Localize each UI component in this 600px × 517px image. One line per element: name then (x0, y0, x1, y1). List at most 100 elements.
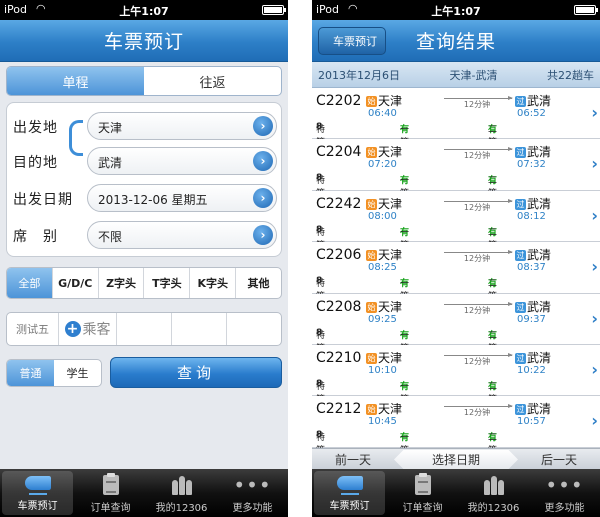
ticket-type-adult[interactable]: 普通 (7, 360, 54, 386)
filter-t[interactable]: T字头 (144, 268, 191, 298)
from-station-value: 天津 (98, 121, 123, 135)
origin-badge: 始 (366, 198, 377, 210)
chevron-right-icon[interactable]: › (253, 225, 273, 245)
search-form: 出发地 天津 › 目的地 武清 › 出发日期 2013-12-06 星期五 › (6, 102, 282, 257)
date-field[interactable]: 2013-12-06 星期五 › (87, 184, 277, 212)
seat-class-field[interactable]: 不限 › (87, 221, 277, 249)
arrival-station: 过武清 (515, 195, 551, 212)
tab-ticket-booking[interactable]: 车票预订 (2, 471, 73, 515)
passing-badge: 过 (515, 352, 526, 364)
clock: 上午1:07 (431, 5, 481, 18)
departure-time: 09:25 (368, 313, 397, 325)
train-row[interactable]: C2212始天津10:4512分钟过武清10:57特等:8一等:有二等:有› (312, 396, 600, 448)
chevron-right-icon[interactable]: › (253, 116, 273, 136)
tab-label: 订单查询 (402, 503, 443, 514)
tab-round-trip[interactable]: 往返 (144, 67, 281, 95)
passenger-slot[interactable] (227, 313, 281, 345)
departure-station: 始天津 (366, 400, 402, 417)
to-label: 目的地 (13, 155, 58, 171)
train-code: C2204 (316, 144, 362, 161)
tab-bar: 车票预订 订单查询 我的12306 ••• 更多功能 (312, 469, 600, 517)
filter-gdc[interactable]: G/D/C (53, 268, 99, 298)
date-row: 出发日期 2013-12-06 星期五 › (7, 183, 283, 213)
travel-duration: 12分钟 (463, 100, 491, 109)
tab-more[interactable]: ••• 更多功能 (217, 469, 288, 517)
divider (288, 0, 312, 517)
more-dots-icon: ••• (233, 473, 272, 497)
origin-badge: 始 (366, 404, 377, 416)
tab-more[interactable]: ••• 更多功能 (529, 469, 600, 517)
seat-label: 特等: (316, 433, 328, 448)
chevron-right-icon: › (591, 103, 598, 122)
tab-label: 更多功能 (232, 503, 273, 514)
tab-bar: 车票预订 订单查询 我的12306 ••• 更多功能 (0, 469, 288, 517)
chevron-right-icon: › (591, 411, 598, 431)
departure-time: 10:45 (368, 416, 397, 428)
tab-label: 我的12306 (155, 503, 208, 514)
first-class-seat: 一等:有 (400, 122, 412, 148)
chevron-right-icon: › (591, 154, 598, 174)
train-row[interactable]: C2242始天津08:0012分钟过武清08:12特等:8一等:有二等:有› (312, 190, 600, 251)
train-list: C2202始天津06:4012分钟过武清06:52特等:8一等:有二等:有›C2… (312, 88, 600, 448)
previous-day-button[interactable]: 前一天 (312, 451, 394, 468)
filter-z[interactable]: Z字头 (99, 268, 145, 298)
back-button[interactable]: 车票预订 (318, 27, 386, 55)
tab-order-query[interactable]: 订单查询 (75, 469, 146, 517)
train-row[interactable]: C2210始天津10:1012分钟过武清10:22特等:8一等:有二等:有› (312, 344, 600, 405)
pick-date-button[interactable]: 选择日期 (394, 449, 518, 470)
seat-class-value: 不限 (98, 230, 123, 244)
train-row[interactable]: C2208始天津09:2512分钟过武清09:37特等:8一等:有二等:有› (312, 293, 600, 354)
premium-seat: 特等:8 (316, 122, 328, 148)
passenger-chip[interactable]: 测试五 (7, 313, 59, 345)
departure-time: 10:10 (368, 364, 397, 376)
arrival-station-name: 武清 (527, 248, 552, 263)
ticket-type-student[interactable]: 学生 (54, 360, 101, 386)
departure-station: 始天津 (366, 92, 402, 109)
train-row[interactable]: C2206始天津08:2512分钟过武清08:37特等:8一等:有二等:有› (312, 242, 600, 302)
passenger-bar: 测试五 + 乘客 (6, 312, 282, 346)
tab-order-query[interactable]: 订单查询 (387, 469, 458, 517)
status-bar: iPod ◠ 上午1:07 (312, 0, 600, 20)
filter-all[interactable]: 全部 (7, 268, 53, 298)
arrival-station-name: 武清 (527, 350, 552, 365)
second-class-seat: 二等:有 (488, 122, 500, 148)
tab-ticket-booking[interactable]: 车票预订 (314, 471, 385, 515)
departure-station-name: 天津 (378, 248, 403, 263)
passenger-slot[interactable] (172, 313, 227, 345)
next-day-button[interactable]: 后一天 (518, 451, 600, 468)
to-station-field[interactable]: 武清 › (87, 147, 277, 175)
train-code: C2210 (316, 349, 362, 366)
tab-my-12306[interactable]: 我的12306 (146, 469, 217, 517)
departure-station-name: 天津 (378, 94, 403, 108)
arrival-station-name: 武清 (527, 94, 552, 108)
filter-other[interactable]: 其他 (236, 268, 281, 298)
passing-badge: 过 (515, 404, 526, 416)
train-row[interactable]: C2204始天津07:2012分钟过武清07:32特等:8一等:有二等:有› (312, 139, 600, 199)
battery-icon (574, 5, 598, 15)
arrival-station: 过武清 (515, 349, 551, 366)
premium-seat: 特等:8 (316, 276, 328, 302)
tab-one-way[interactable]: 单程 (7, 67, 144, 95)
arrival-station: 过武清 (515, 298, 551, 315)
add-passenger-label: 乘客 (82, 322, 111, 338)
departure-time: 06:40 (368, 108, 397, 119)
from-label: 出发地 (13, 120, 58, 136)
summary-count: 共22趟车 (547, 68, 594, 82)
chevron-right-icon[interactable]: › (253, 151, 273, 171)
from-station-field[interactable]: 天津 › (87, 112, 277, 140)
passing-badge: 过 (515, 147, 526, 159)
chevron-right-icon[interactable]: › (253, 188, 273, 208)
arrival-time: 06:52 (517, 108, 546, 119)
premium-seat: 特等:8 (316, 379, 328, 405)
seat-class-label: 席 别 (13, 229, 58, 245)
train-icon (24, 472, 51, 495)
arrival-station: 过武清 (515, 400, 551, 417)
query-button[interactable]: 查询 (110, 357, 282, 388)
arrival-time: 07:32 (517, 159, 546, 171)
filter-k[interactable]: K字头 (190, 268, 237, 298)
add-passenger-button[interactable]: + 乘客 (59, 313, 117, 345)
tab-my-12306[interactable]: 我的12306 (458, 469, 529, 517)
train-row[interactable]: C2202始天津06:4012分钟过武清06:52特等:8一等:有二等:有› (312, 88, 600, 148)
arrival-time: 09:37 (517, 313, 546, 325)
passenger-slot[interactable] (117, 313, 172, 345)
